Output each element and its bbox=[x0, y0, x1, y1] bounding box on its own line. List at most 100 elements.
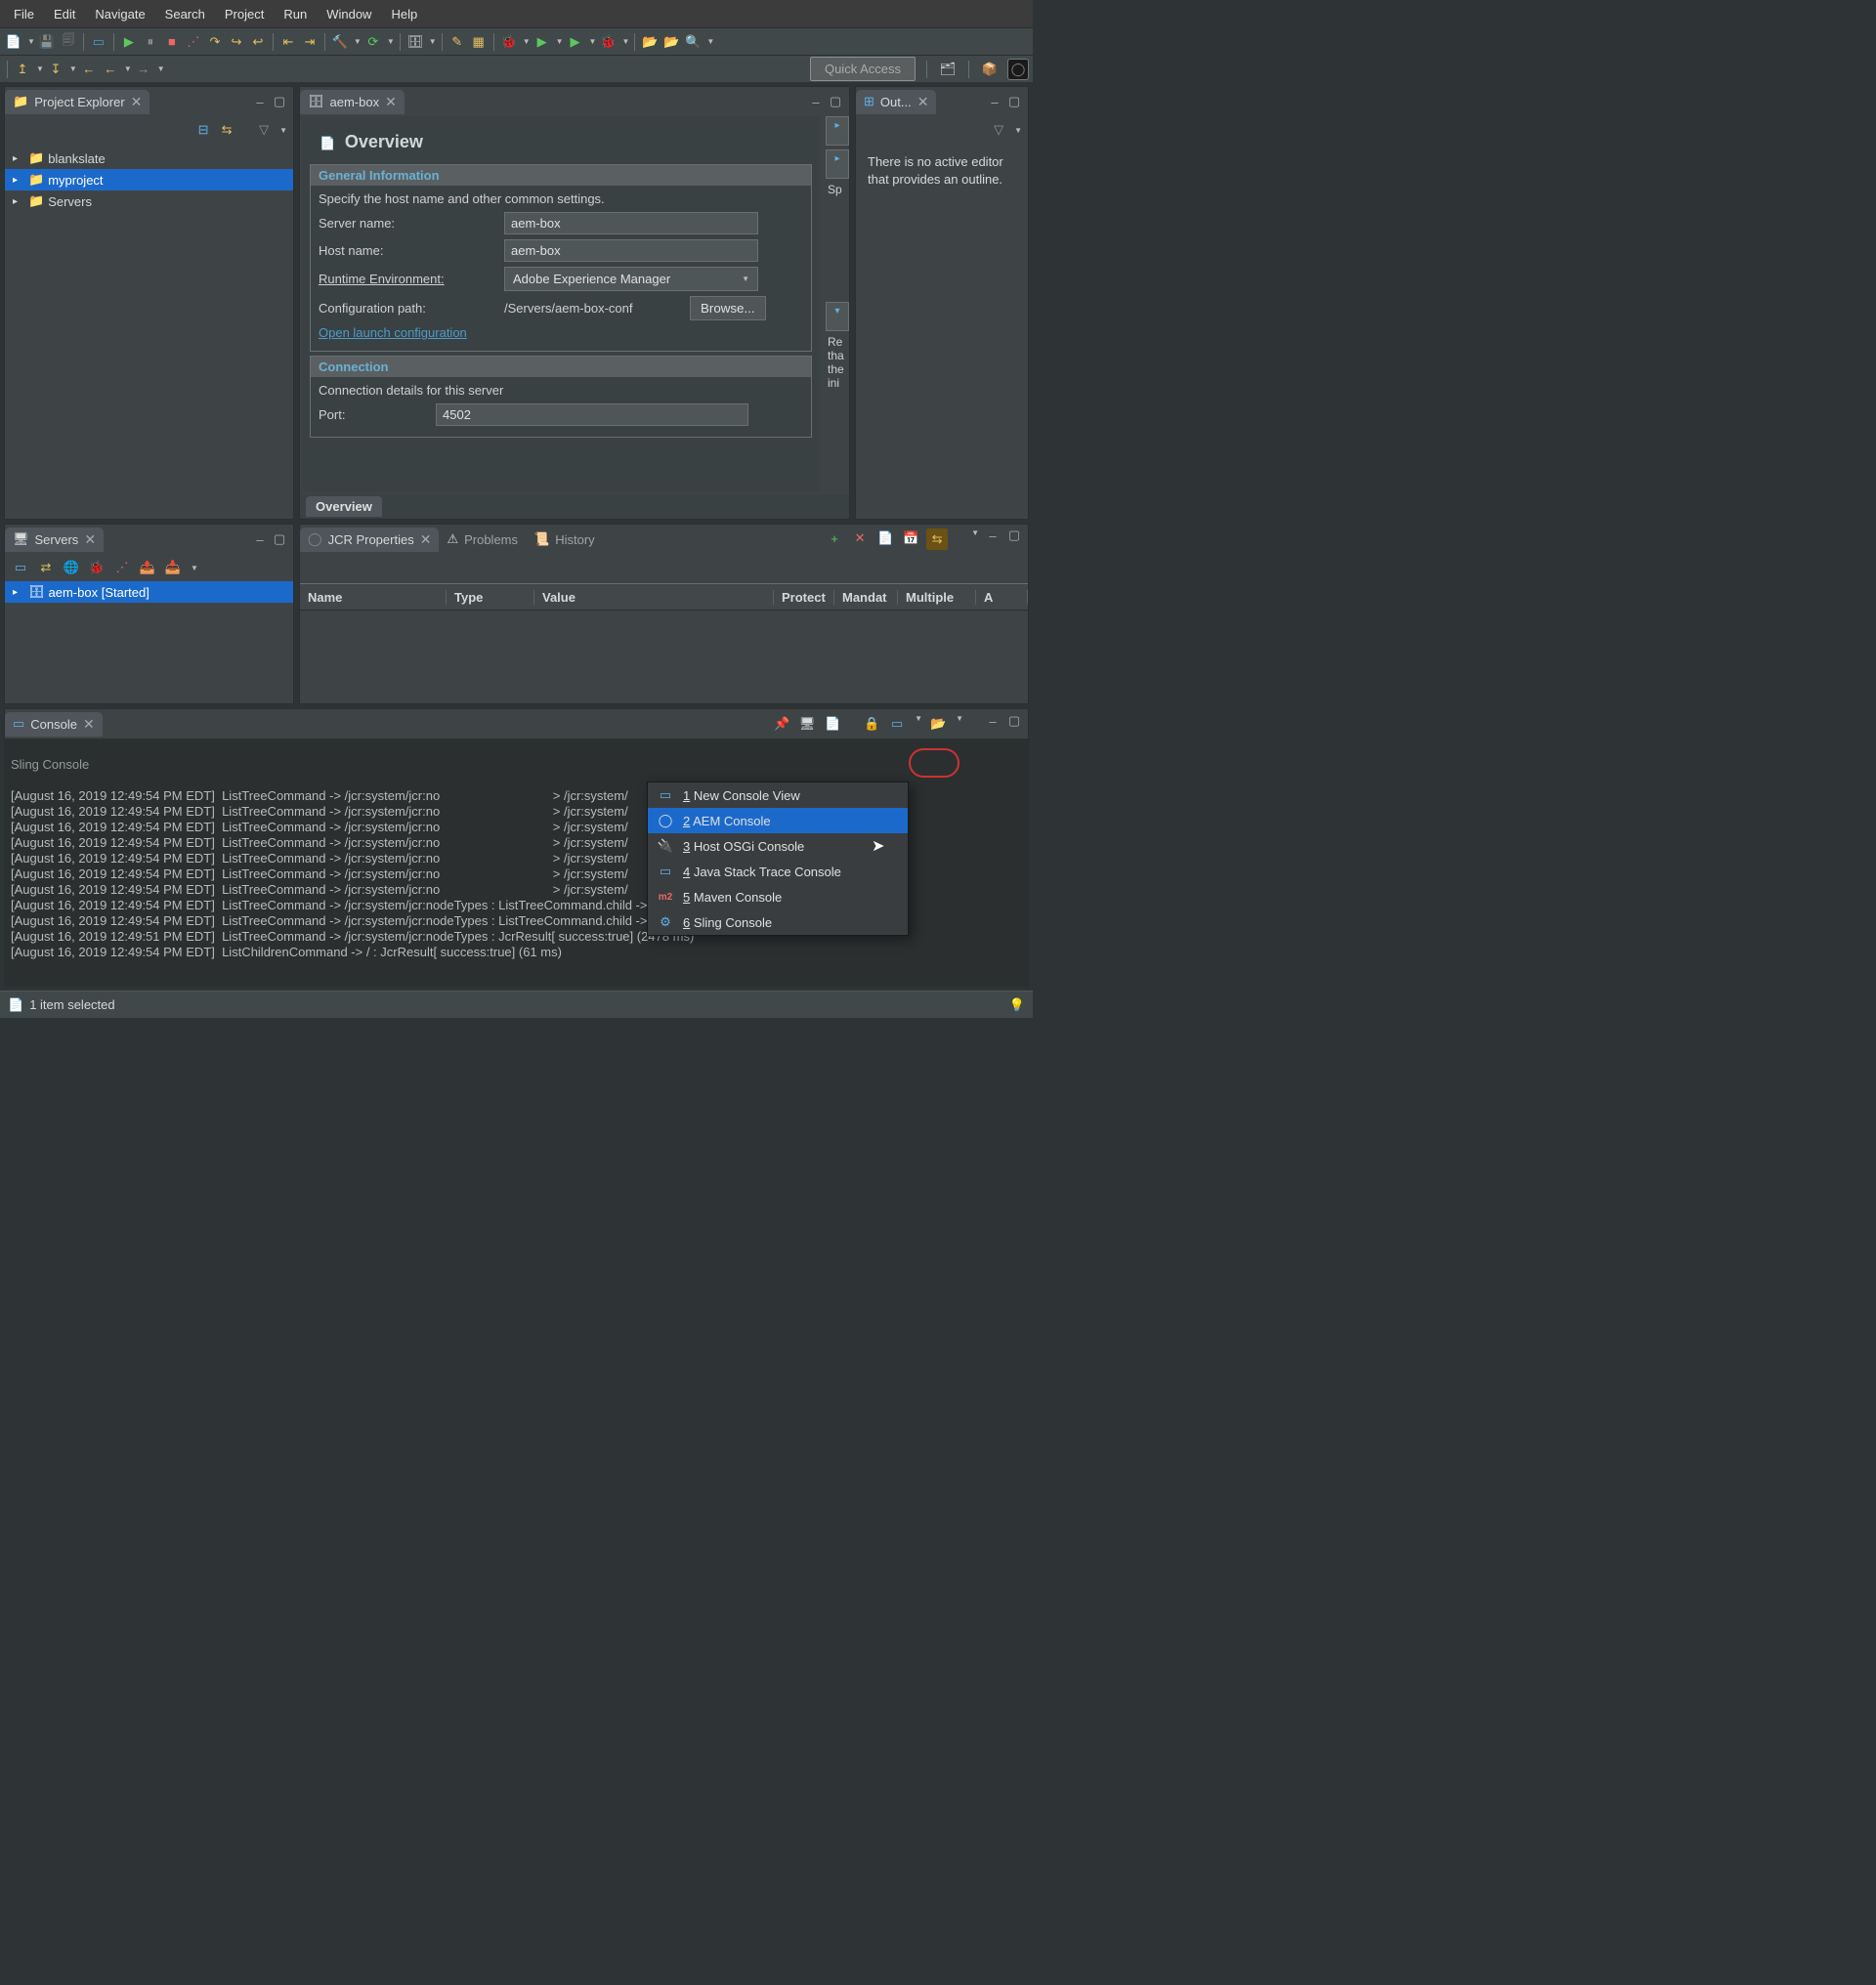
globe-icon[interactable]: 🌐 bbox=[62, 558, 81, 577]
disconnect-icon[interactable]: ⋰ bbox=[184, 32, 203, 52]
open-perspective-icon[interactable]: 📦 bbox=[980, 60, 1000, 79]
open-launch-link[interactable]: Open launch configuration bbox=[319, 325, 467, 340]
menu-navigate[interactable]: Navigate bbox=[85, 7, 154, 21]
maximize-icon[interactable]: ▢ bbox=[1006, 528, 1022, 542]
jcr-tab[interactable]: ◯ JCR Properties ✕ bbox=[300, 528, 439, 552]
close-icon[interactable]: ✕ bbox=[420, 531, 432, 548]
fwd-hist-icon[interactable]: → bbox=[134, 60, 153, 79]
back-icon[interactable]: ← bbox=[79, 60, 99, 79]
scroll-lock-icon[interactable]: 🔒 bbox=[862, 714, 881, 734]
task-icon[interactable]: ▦ bbox=[469, 32, 489, 52]
maximize-icon[interactable]: ▢ bbox=[1006, 95, 1022, 108]
step-return-icon[interactable]: ↩ bbox=[248, 32, 268, 52]
back-hist-icon[interactable]: ← bbox=[101, 60, 120, 79]
ctx-stacktrace-console[interactable]: ▭ 4 Java Stack Trace Console bbox=[648, 859, 908, 884]
pause-icon[interactable]: ⏸ bbox=[141, 32, 160, 52]
browse-button[interactable]: Browse... bbox=[690, 296, 766, 320]
menu-file[interactable]: File bbox=[4, 7, 44, 21]
stop-icon[interactable]: ■ bbox=[162, 32, 182, 52]
general-section-header[interactable]: General Information bbox=[310, 164, 812, 186]
collapse-all-icon[interactable]: ⊟ bbox=[193, 120, 213, 140]
close-icon[interactable]: ✕ bbox=[385, 94, 397, 110]
editor-tab[interactable]: 🗄 aem-box ✕ bbox=[300, 90, 405, 114]
menu-project[interactable]: Project bbox=[215, 7, 274, 21]
side-block[interactable]: ▾ bbox=[826, 302, 849, 331]
sync-icon[interactable]: ⇄ bbox=[36, 558, 56, 577]
clear-console-icon[interactable]: 📄 bbox=[823, 714, 842, 734]
next-annot-icon[interactable]: ↧ bbox=[46, 60, 65, 79]
history-tab[interactable]: 📜 History bbox=[526, 528, 603, 551]
minimize-icon[interactable]: – bbox=[808, 95, 824, 108]
project-tree[interactable]: ▸📁 blankslate ▸📁 myproject ▸📁 Servers bbox=[5, 144, 293, 216]
close-icon[interactable]: ✕ bbox=[917, 94, 929, 110]
minimize-icon[interactable]: – bbox=[985, 528, 1001, 542]
prev-annot-icon[interactable]: ↥ bbox=[13, 60, 32, 79]
th-multiple[interactable]: Multiple bbox=[898, 590, 976, 605]
build-icon[interactable]: 🔨 bbox=[330, 32, 350, 52]
display-icon[interactable]: 🖥 bbox=[797, 714, 817, 734]
maximize-icon[interactable]: ▢ bbox=[1006, 714, 1022, 728]
terminal-icon[interactable]: ▭ bbox=[89, 32, 108, 52]
pin-icon[interactable]: ⇆ bbox=[926, 528, 948, 550]
th-mandatory[interactable]: Mandat bbox=[834, 590, 898, 605]
th-name[interactable]: Name bbox=[300, 590, 447, 605]
tip-icon[interactable]: 💡 bbox=[1009, 997, 1025, 1013]
tree-item-myproject[interactable]: ▸📁 myproject bbox=[5, 169, 293, 190]
new-server-icon[interactable]: 🗄 bbox=[405, 32, 425, 52]
runtime-select[interactable]: Adobe Experience Manager ▼ bbox=[504, 267, 758, 291]
connection-section-header[interactable]: Connection bbox=[310, 356, 812, 377]
close-icon[interactable]: ✕ bbox=[131, 94, 143, 110]
outline-tab[interactable]: ⊞ Out... ✕ bbox=[856, 90, 936, 114]
word-wrap-icon[interactable]: ▭ bbox=[887, 714, 907, 734]
tree-item-servers[interactable]: ▸📁 Servers bbox=[5, 190, 293, 212]
maximize-icon[interactable]: ▢ bbox=[828, 95, 843, 108]
menu-help[interactable]: Help bbox=[381, 7, 427, 21]
step-over-icon[interactable]: ↪ bbox=[227, 32, 246, 52]
quick-access-button[interactable]: Quick Access bbox=[810, 57, 916, 81]
ctx-aem-console[interactable]: ◯ 2 AEM Console bbox=[648, 808, 908, 833]
calendar-icon[interactable]: 📅 bbox=[901, 528, 920, 548]
clean-icon[interactable]: 📥 bbox=[163, 558, 183, 577]
menu-window[interactable]: Window bbox=[317, 7, 381, 21]
stop-srv-icon[interactable]: ⋰ bbox=[112, 558, 132, 577]
new-server-icon[interactable]: ▭ bbox=[11, 558, 30, 577]
search-tool-icon[interactable]: 🔍 bbox=[683, 32, 703, 52]
minimize-icon[interactable]: – bbox=[252, 95, 268, 108]
type-icon[interactable]: ✎ bbox=[448, 32, 467, 52]
perspective-button[interactable]: ◯ bbox=[1007, 59, 1029, 80]
ctx-osgi-console[interactable]: 🔌 3 Host OSGi Console bbox=[648, 833, 908, 859]
server-item[interactable]: ▸ 🗄 aem-box [Started] bbox=[5, 581, 293, 603]
filter-icon[interactable]: ▽ bbox=[254, 120, 274, 140]
th-type[interactable]: Type bbox=[447, 590, 534, 605]
open-folder-icon[interactable]: 📂 bbox=[640, 32, 660, 52]
menu-search[interactable]: Search bbox=[155, 7, 215, 21]
th-value[interactable]: Value bbox=[534, 590, 774, 605]
runtime-link[interactable]: Runtime Environment: bbox=[319, 272, 494, 286]
perspective-icon[interactable]: 🗂 bbox=[938, 60, 958, 79]
close-icon[interactable]: ✕ bbox=[84, 531, 96, 548]
maximize-icon[interactable]: ▢ bbox=[272, 95, 287, 108]
servers-tab[interactable]: 🖥 Servers ✕ bbox=[5, 528, 104, 552]
console-tab[interactable]: ▭ Console ✕ bbox=[5, 712, 103, 737]
console-dropdown-icon[interactable]: ▼ bbox=[956, 714, 963, 734]
minimize-icon[interactable]: – bbox=[252, 532, 268, 546]
open-folder2-icon[interactable]: 📂 bbox=[661, 32, 681, 52]
save-icon[interactable]: 💾 bbox=[37, 32, 57, 52]
delete-icon[interactable]: ✕ bbox=[850, 528, 870, 548]
new-icon[interactable]: 📄 bbox=[4, 32, 23, 52]
overview-bottom-tab[interactable]: Overview bbox=[306, 496, 382, 517]
nav-back-icon[interactable]: ⇤ bbox=[278, 32, 298, 52]
minimize-icon[interactable]: – bbox=[985, 714, 1001, 728]
open-console-icon[interactable]: 📂 bbox=[928, 714, 948, 734]
refresh-icon[interactable]: ⟳ bbox=[363, 32, 383, 52]
close-icon[interactable]: ✕ bbox=[83, 716, 95, 733]
port-input[interactable] bbox=[436, 403, 748, 426]
run-last-icon[interactable]: ▶ bbox=[533, 32, 552, 52]
run-server-icon[interactable]: ▶ bbox=[566, 32, 585, 52]
tree-item-blankslate[interactable]: ▸📁 blankslate bbox=[5, 148, 293, 169]
link-editor-icon[interactable]: ⇆ bbox=[217, 120, 236, 140]
add-icon[interactable]: + bbox=[825, 528, 844, 548]
ctx-new-console[interactable]: ▭ 1 New Console View bbox=[648, 782, 908, 808]
ctx-maven-console[interactable]: m2 5 Maven Console bbox=[648, 884, 908, 909]
side-block[interactable]: ▸ bbox=[826, 149, 849, 179]
